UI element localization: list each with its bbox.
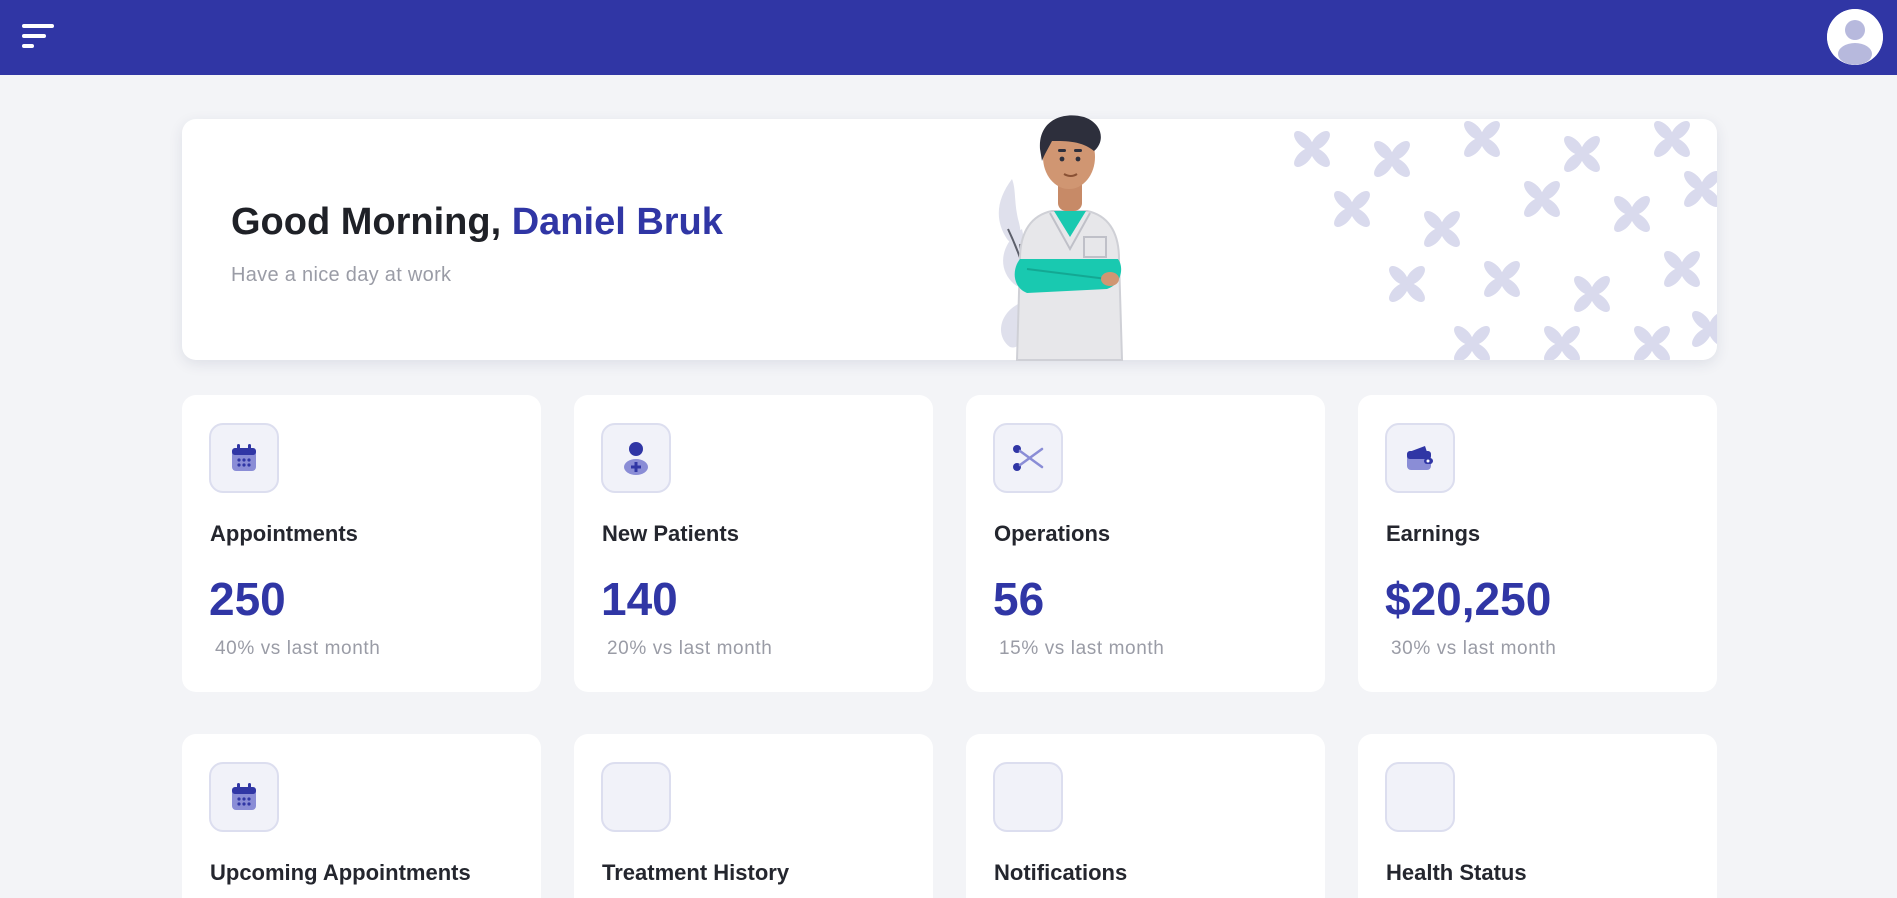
floral-pattern <box>1278 119 1717 360</box>
feature-label: Health Status <box>1386 860 1527 885</box>
stat-trend: 30% vs last month <box>1391 638 1557 659</box>
welcome-illustration <box>998 115 1717 361</box>
stat-value: $20,250 <box>1385 573 1552 625</box>
stat-card-new-patients: New Patients 140 20% vs last month <box>574 395 933 692</box>
stat-trend: 20% vs last month <box>607 638 773 659</box>
feature-label: Treatment History <box>602 860 790 885</box>
calendar-icon <box>209 762 279 832</box>
empty-icon-placeholder <box>1385 762 1455 832</box>
stat-trend: 40% vs last month <box>215 638 381 659</box>
empty-icon-placeholder <box>993 762 1063 832</box>
stat-label: New Patients <box>602 521 739 546</box>
top-navigation-bar <box>0 0 1897 75</box>
stat-card-operations: Operations 56 15% vs last month <box>966 395 1325 692</box>
feature-card-health-status[interactable]: Health Status <box>1358 734 1717 898</box>
calendar-icon <box>209 423 279 493</box>
stat-trend: 15% vs last month <box>999 638 1165 659</box>
feature-label: Notifications <box>994 860 1128 885</box>
stat-value: 250 <box>209 573 286 625</box>
stat-label: Appointments <box>210 521 358 546</box>
empty-icon-placeholder <box>601 762 671 832</box>
feature-card-upcoming-appointments[interactable]: Upcoming Appointments <box>182 734 541 898</box>
feature-card-treatment-history[interactable]: Treatment History <box>574 734 933 898</box>
feature-label: Upcoming Appointments <box>210 860 471 885</box>
stat-value: 56 <box>993 573 1045 625</box>
stat-label: Earnings <box>1386 521 1481 546</box>
user-avatar-icon[interactable] <box>1827 9 1883 65</box>
wallet-icon <box>1385 423 1455 493</box>
doctor-illustration <box>1014 115 1124 361</box>
stat-label: Operations <box>994 521 1111 546</box>
stat-value: 140 <box>601 573 678 625</box>
stat-card-appointments: Appointments 250 40% vs last month <box>182 395 541 692</box>
patient-icon <box>601 423 671 493</box>
stat-card-earnings: Earnings $20,250 30% vs last month <box>1358 395 1717 692</box>
scissors-icon <box>993 423 1063 493</box>
welcome-banner: Good Morning, Daniel Bruk Have a nice da… <box>182 115 1717 361</box>
feature-card-notifications[interactable]: Notifications <box>966 734 1325 898</box>
menu-icon[interactable] <box>20 22 56 52</box>
